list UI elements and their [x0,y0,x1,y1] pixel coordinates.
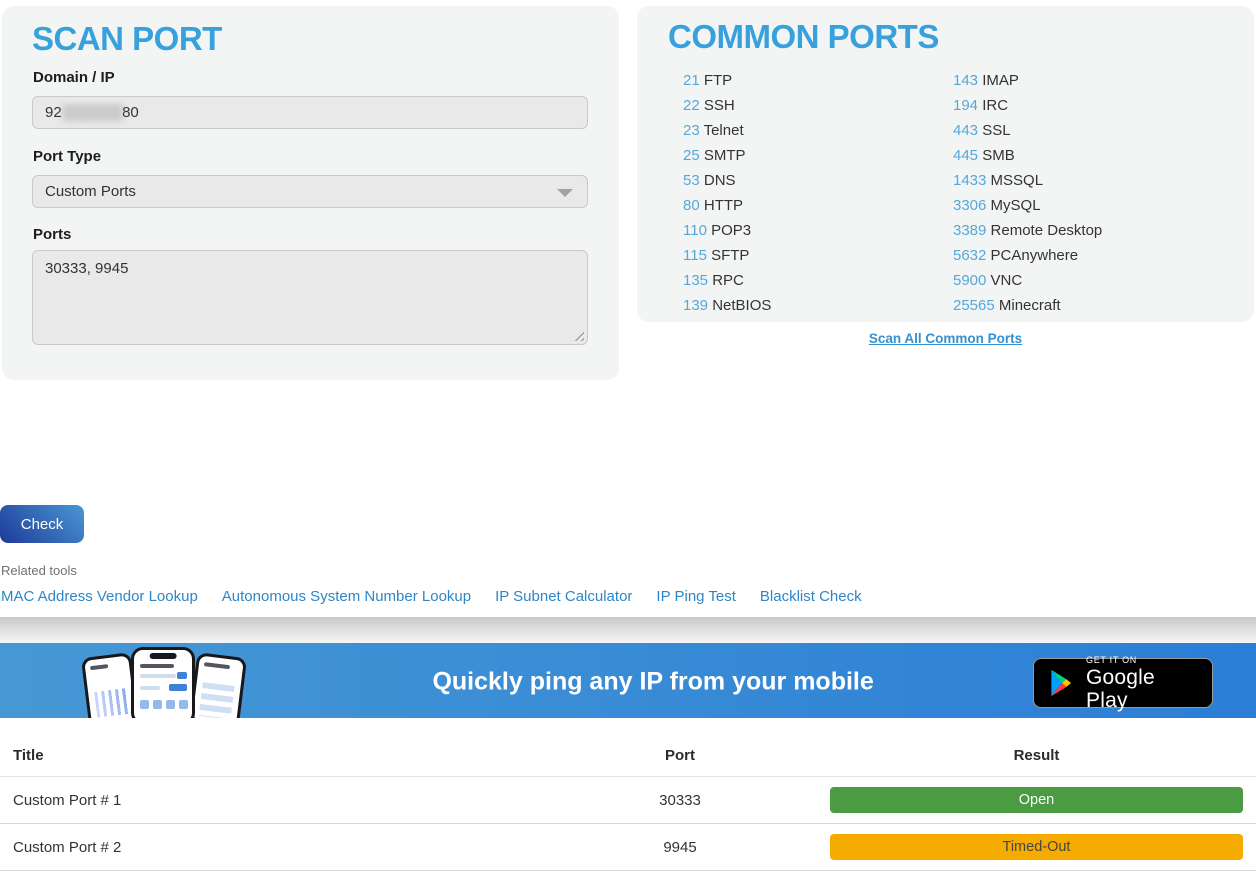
result-port: 9945 [530,839,830,856]
common-port-item[interactable]: 443 SSL [953,118,1102,143]
result-title: Custom Port # 2 [13,839,530,856]
common-ports-panel: COMMON PORTS 21 FTP 22 SSH 23 Telnet 25 … [637,6,1254,322]
phone-notch [150,653,177,659]
common-ports-column-2: 143 IMAP 194 IRC 443 SSL 445 SMB 1433 MS… [953,68,1102,318]
common-port-item[interactable]: 3306 MySQL [953,193,1102,218]
domain-ip-input[interactable]: 92▒▒▒▒▒▒▒80 [32,96,588,129]
common-port-item[interactable]: 23 Telnet [683,118,771,143]
google-play-store-name: Google Play [1086,666,1199,712]
related-link-ip-ping-test[interactable]: IP Ping Test [656,588,736,605]
port-type-label: Port Type [33,148,101,165]
section-divider [0,617,1256,643]
result-row: Custom Port # 2 9945 Timed-Out [0,824,1256,871]
common-ports-column-1: 21 FTP 22 SSH 23 Telnet 25 SMTP 53 DNS 8… [683,68,771,318]
common-port-item[interactable]: 1433 MSSQL [953,168,1102,193]
related-tools-heading: Related tools [1,563,77,578]
chevron-down-icon [557,189,573,197]
header-port: Port [530,747,830,764]
domain-ip-label: Domain / IP [33,69,115,86]
related-tools-nav: MAC Address Vendor Lookup Autonomous Sys… [1,588,862,605]
banner-headline: Quickly ping any IP from your mobile [432,667,873,696]
status-badge-timed-out: Timed-Out [830,834,1243,860]
result-port: 30333 [530,792,830,809]
related-link-mac-address-vendor-lookup[interactable]: MAC Address Vendor Lookup [1,588,198,605]
google-play-icon [1047,668,1075,698]
google-play-tagline: GET IT ON [1086,654,1199,666]
common-port-item[interactable]: 5632 PCAnywhere [953,243,1102,268]
common-ports-title: COMMON PORTS [668,18,939,56]
ports-textarea[interactable]: 30333, 9945 [32,250,588,345]
scan-all-common-ports-link[interactable]: Scan All Common Ports [637,331,1254,346]
scan-port-panel: SCAN PORT Domain / IP 92▒▒▒▒▒▒▒80 Port T… [2,6,619,380]
phone-mockup-center [131,647,195,718]
common-port-item[interactable]: 5900 VNC [953,268,1102,293]
results-header-row: Title Port Result [0,735,1256,777]
resize-handle-icon[interactable] [571,328,584,341]
common-port-item[interactable]: 194 IRC [953,93,1102,118]
domain-ip-value-redacted: ▒▒▒▒▒▒▒ [62,104,122,121]
result-title: Custom Port # 1 [13,792,530,809]
common-port-item[interactable]: 25565 Minecraft [953,293,1102,318]
common-port-item[interactable]: 3389 Remote Desktop [953,218,1102,243]
scan-results-table: Title Port Result Custom Port # 1 30333 … [0,735,1256,871]
common-port-item[interactable]: 22 SSH [683,93,771,118]
port-scanner-page: SCAN PORT Domain / IP 92▒▒▒▒▒▒▒80 Port T… [0,0,1256,875]
phone-mockup-right [189,652,247,718]
domain-ip-value-suffix: 80 [122,104,139,121]
header-title: Title [13,747,530,764]
mini-bar-chart [94,688,129,718]
common-port-item[interactable]: 143 IMAP [953,68,1102,93]
phone-mockups-image [85,643,247,718]
ports-value: 30333, 9945 [45,260,128,277]
port-type-selected-value: Custom Ports [45,183,136,200]
ports-label: Ports [33,226,71,243]
common-port-item[interactable]: 445 SMB [953,143,1102,168]
related-link-ip-subnet-calculator[interactable]: IP Subnet Calculator [495,588,632,605]
scan-port-title: SCAN PORT [32,20,222,58]
common-port-item[interactable]: 135 RPC [683,268,771,293]
related-link-blacklist-check[interactable]: Blacklist Check [760,588,862,605]
google-play-badge[interactable]: GET IT ON Google Play [1033,658,1213,708]
common-port-item[interactable]: 80 HTTP [683,193,771,218]
common-port-item[interactable]: 110 POP3 [683,218,771,243]
port-type-select[interactable]: Custom Ports [32,175,588,208]
status-badge-open: Open [830,787,1243,813]
common-port-item[interactable]: 53 DNS [683,168,771,193]
common-port-item[interactable]: 115 SFTP [683,243,771,268]
result-row: Custom Port # 1 30333 Open [0,777,1256,824]
related-link-asn-lookup[interactable]: Autonomous System Number Lookup [222,588,471,605]
domain-ip-value-prefix: 92 [45,104,62,121]
common-port-item[interactable]: 139 NetBIOS [683,293,771,318]
check-button[interactable]: Check [0,505,84,543]
header-result: Result [830,747,1243,764]
common-port-item[interactable]: 21 FTP [683,68,771,93]
mobile-app-banner: Quickly ping any IP from your mobile GET… [0,643,1256,718]
common-port-item[interactable]: 25 SMTP [683,143,771,168]
